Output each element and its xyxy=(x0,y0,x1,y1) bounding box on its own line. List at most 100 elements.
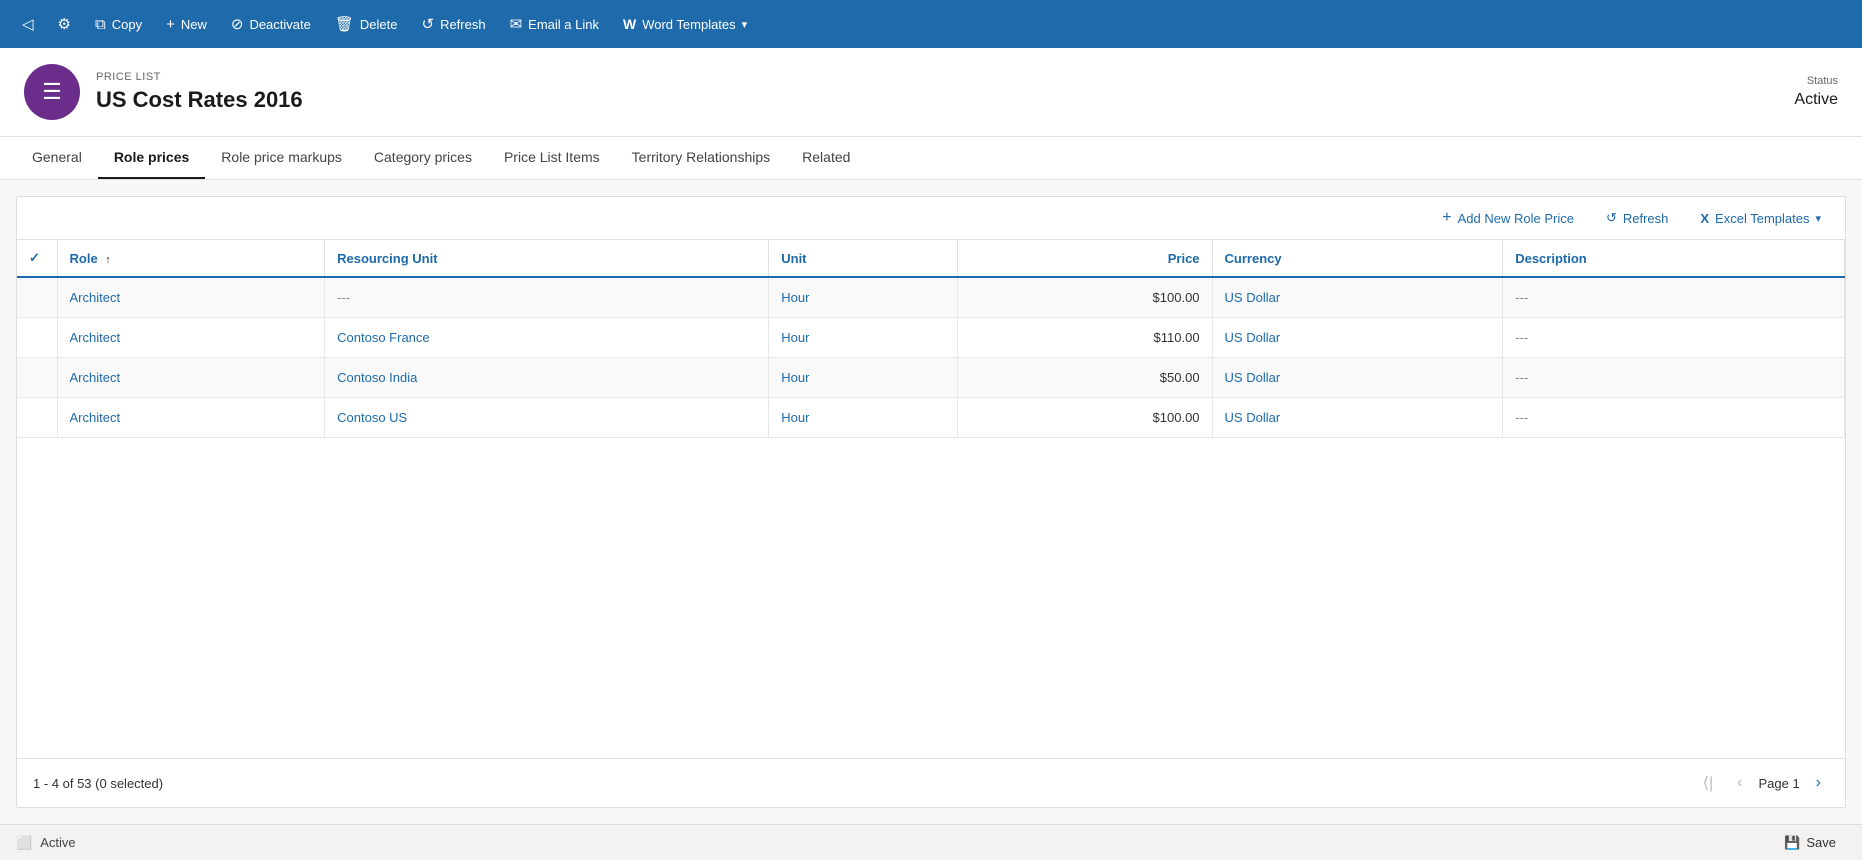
row-resourcing-unit-0[interactable]: --- xyxy=(325,277,769,318)
deactivate-icon: ⊘ xyxy=(231,15,244,33)
save-button[interactable]: 💾 Save xyxy=(1774,831,1846,855)
tab-category-prices[interactable]: Category prices xyxy=(358,137,488,179)
tabs-bar: General Role prices Role price markups C… xyxy=(0,137,1862,180)
header-resourcing-unit[interactable]: Resourcing Unit xyxy=(325,240,769,277)
record-header: ☰ PRICE LIST US Cost Rates 2016 Status A… xyxy=(0,48,1862,137)
row-price-0: $100.00 xyxy=(957,277,1212,318)
status-bar-icon: ⬜ xyxy=(16,835,32,851)
deactivate-button[interactable]: ⊘ Deactivate xyxy=(221,9,321,39)
check-icon: ✓ xyxy=(29,250,40,265)
copy-button[interactable]: ⧉ Copy xyxy=(85,10,152,39)
main-content: ☰ PRICE LIST US Cost Rates 2016 Status A… xyxy=(0,48,1862,824)
nav-back-btn[interactable]: ◁ xyxy=(12,9,44,39)
pagination-summary: 1 - 4 of 53 (0 selected) xyxy=(33,776,163,791)
first-page-btn[interactable]: ⟨| xyxy=(1695,769,1721,797)
avatar-icon: ☰ xyxy=(42,79,62,105)
status-bar-active: Active xyxy=(40,835,75,850)
sort-icon: ↑ xyxy=(105,254,111,266)
row-unit-0[interactable]: Hour xyxy=(769,277,957,318)
gear-icon: ⚙ xyxy=(58,15,71,33)
add-icon: + xyxy=(1442,209,1451,227)
email-icon: ✉ xyxy=(510,15,523,33)
tab-related[interactable]: Related xyxy=(786,137,866,179)
row-resourcing-unit-2[interactable]: Contoso India xyxy=(325,358,769,398)
tab-role-prices[interactable]: Role prices xyxy=(98,137,205,179)
header-description[interactable]: Description xyxy=(1503,240,1845,277)
save-icon: 💾 xyxy=(1784,835,1800,851)
refresh-circle-icon: ↺ xyxy=(1606,210,1617,226)
word-icon: W xyxy=(623,16,636,32)
table-row[interactable]: Architect Contoso France Hour $110.00 US… xyxy=(17,318,1845,358)
email-link-button[interactable]: ✉ Email a Link xyxy=(500,9,609,39)
table-row[interactable]: Architect Contoso India Hour $50.00 US D… xyxy=(17,358,1845,398)
header-role[interactable]: Role ↑ xyxy=(57,240,325,277)
excel-templates-button[interactable]: X Excel Templates ▾ xyxy=(1692,207,1829,230)
header-price[interactable]: Price xyxy=(957,240,1212,277)
record-info: PRICE LIST US Cost Rates 2016 xyxy=(96,71,1778,113)
row-description-1: --- xyxy=(1503,318,1845,358)
row-resourcing-unit-3[interactable]: Contoso US xyxy=(325,398,769,438)
back-icon: ◁ xyxy=(22,15,34,33)
tab-general[interactable]: General xyxy=(16,137,98,179)
word-templates-button[interactable]: W Word Templates ▾ xyxy=(613,10,757,38)
settings-btn[interactable]: ⚙ xyxy=(48,9,81,39)
grid-container: + Add New Role Price ↺ Refresh X Excel T… xyxy=(0,180,1862,824)
record-avatar: ☰ xyxy=(24,64,80,120)
excel-chevron-icon: ▾ xyxy=(1815,212,1821,225)
excel-icon: X xyxy=(1700,211,1709,226)
row-unit-3[interactable]: Hour xyxy=(769,398,957,438)
row-description-3: --- xyxy=(1503,398,1845,438)
row-check-1[interactable] xyxy=(17,318,57,358)
row-price-1: $110.00 xyxy=(957,318,1212,358)
status-bar: ⬜ Active 💾 Save xyxy=(0,824,1862,860)
row-currency-0[interactable]: US Dollar xyxy=(1212,277,1503,318)
table-header-row: ✓ Role ↑ Resourcing Unit Unit xyxy=(17,240,1845,277)
row-currency-3[interactable]: US Dollar xyxy=(1212,398,1503,438)
grid-toolbar: + Add New Role Price ↺ Refresh X Excel T… xyxy=(17,197,1845,240)
row-description-2: --- xyxy=(1503,358,1845,398)
grid-inner: + Add New Role Price ↺ Refresh X Excel T… xyxy=(16,196,1846,808)
row-role-1[interactable]: Architect xyxy=(57,318,325,358)
record-type: PRICE LIST xyxy=(96,71,1778,83)
table-row[interactable]: Architect Contoso US Hour $100.00 US Dol… xyxy=(17,398,1845,438)
pagination-bar: 1 - 4 of 53 (0 selected) ⟨| ‹ Page 1 › xyxy=(17,758,1845,807)
record-status-block: Status Active xyxy=(1794,75,1838,109)
status-value: Active xyxy=(1794,91,1838,109)
row-currency-1[interactable]: US Dollar xyxy=(1212,318,1503,358)
tab-territory-relationships[interactable]: Territory Relationships xyxy=(616,137,787,179)
new-button[interactable]: + New xyxy=(156,10,217,39)
header-unit[interactable]: Unit xyxy=(769,240,957,277)
refresh-button[interactable]: ↺ Refresh xyxy=(411,9,495,39)
row-check-3[interactable] xyxy=(17,398,57,438)
delete-icon: 🗑 xyxy=(335,15,354,33)
status-bar-left: ⬜ Active xyxy=(16,835,76,851)
row-currency-2[interactable]: US Dollar xyxy=(1212,358,1503,398)
status-label: Status xyxy=(1794,75,1838,87)
tab-price-list-items[interactable]: Price List Items xyxy=(488,137,616,179)
prev-page-btn[interactable]: ‹ xyxy=(1729,770,1750,796)
row-unit-2[interactable]: Hour xyxy=(769,358,957,398)
row-check-0[interactable] xyxy=(17,277,57,318)
table-row[interactable]: Architect --- Hour $100.00 US Dollar --- xyxy=(17,277,1845,318)
tab-role-price-markups[interactable]: Role price markups xyxy=(205,137,358,179)
grid-refresh-button[interactable]: ↺ Refresh xyxy=(1598,206,1676,230)
copy-icon: ⧉ xyxy=(95,16,106,33)
header-check[interactable]: ✓ xyxy=(17,240,57,277)
header-currency[interactable]: Currency xyxy=(1212,240,1503,277)
refresh-icon: ↺ xyxy=(421,15,434,33)
record-title: US Cost Rates 2016 xyxy=(96,87,1778,113)
delete-button[interactable]: 🗑 Delete xyxy=(325,9,408,39)
role-prices-table: ✓ Role ↑ Resourcing Unit Unit xyxy=(17,240,1845,438)
plus-icon: + xyxy=(166,16,175,33)
row-role-0[interactable]: Architect xyxy=(57,277,325,318)
row-price-3: $100.00 xyxy=(957,398,1212,438)
row-unit-1[interactable]: Hour xyxy=(769,318,957,358)
row-resourcing-unit-1[interactable]: Contoso France xyxy=(325,318,769,358)
table-scroll-area[interactable]: ✓ Role ↑ Resourcing Unit Unit xyxy=(17,240,1845,758)
row-check-2[interactable] xyxy=(17,358,57,398)
current-page-label: Page 1 xyxy=(1758,776,1799,791)
row-role-3[interactable]: Architect xyxy=(57,398,325,438)
next-page-btn[interactable]: › xyxy=(1808,770,1829,796)
add-new-role-price-button[interactable]: + Add New Role Price xyxy=(1434,205,1582,231)
row-role-2[interactable]: Architect xyxy=(57,358,325,398)
